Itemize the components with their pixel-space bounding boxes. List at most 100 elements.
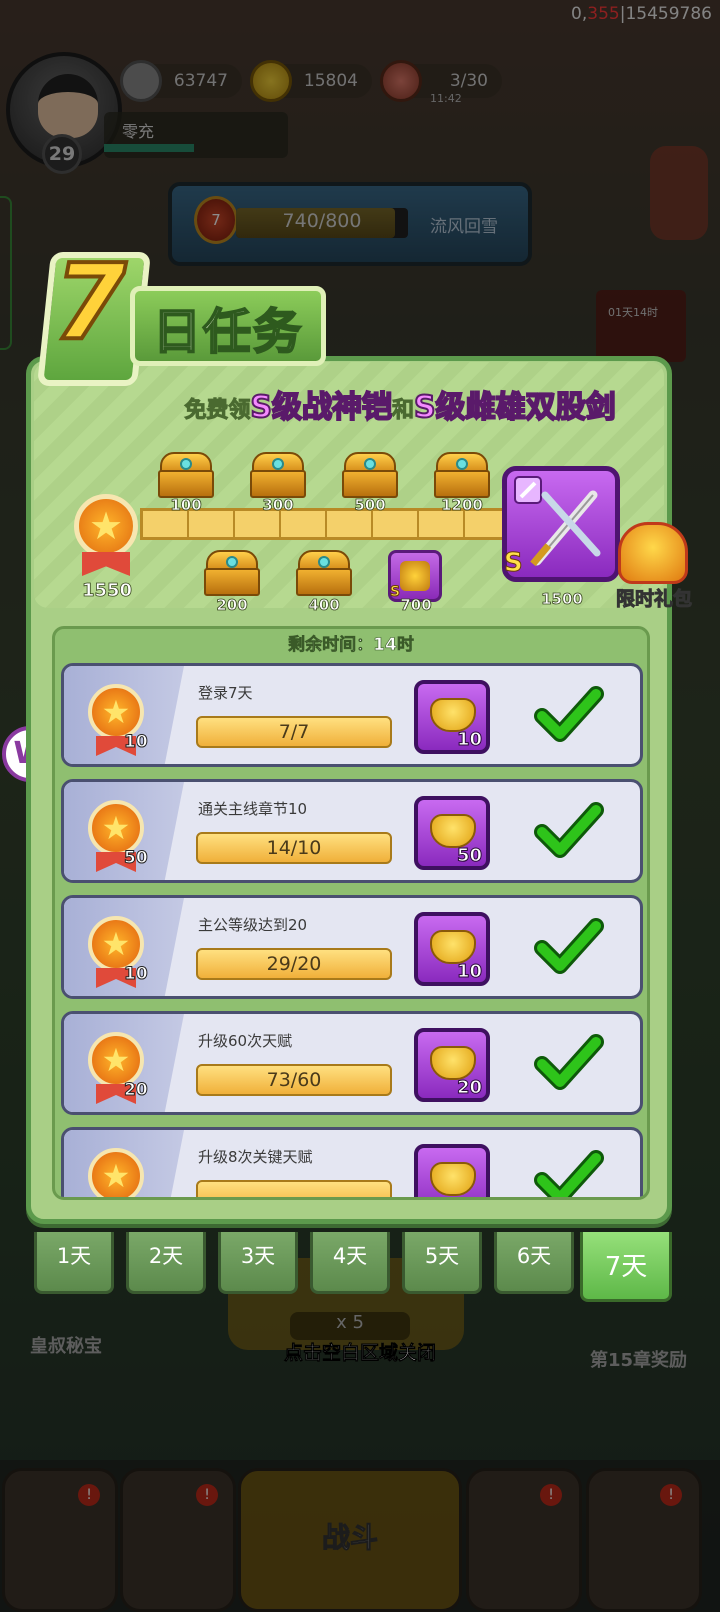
check-icon[interactable]: [534, 680, 604, 750]
tab-day-7[interactable]: 7天: [580, 1232, 672, 1302]
task-title: 登录7天: [198, 684, 253, 702]
gold-value: 15804: [303, 71, 358, 91]
limited-gift-label[interactable]: 限时礼包: [606, 584, 702, 611]
avatar-face: [38, 74, 98, 138]
stage-medal-icon: 7: [194, 196, 238, 244]
ingot-icon: [250, 60, 292, 102]
silver-value: 63747: [173, 71, 228, 91]
task-title: 通关主线章节10: [198, 800, 308, 818]
medal-icon: ★: [88, 1148, 144, 1197]
gift-icon[interactable]: [618, 522, 688, 584]
chest-icon[interactable]: [296, 550, 352, 596]
battle-cost: x 5: [290, 1312, 410, 1340]
nav-shop-button[interactable]: [2, 1468, 118, 1612]
task-reward[interactable]: 20: [414, 1028, 490, 1102]
chest-icon[interactable]: [158, 452, 214, 498]
tab-day-6[interactable]: 6天: [494, 1232, 574, 1294]
task-progress: [196, 1180, 392, 1197]
side-card-timer: 01天14时: [608, 306, 658, 319]
reward-count: 50: [456, 845, 482, 867]
task-reward[interactable]: 10: [414, 912, 490, 986]
task-row: ★ 10 主公等级达到20 29/20 10: [61, 895, 643, 999]
ingot-icon: [430, 1162, 476, 1196]
reward-count: 20: [456, 1077, 482, 1099]
ingot-icon: [430, 1046, 476, 1080]
ingot-icon: [430, 698, 476, 732]
ingot-icon: [430, 814, 476, 848]
task-points: 10: [124, 964, 149, 985]
chest-icon[interactable]: [250, 452, 306, 498]
task-reward[interactable]: 10: [414, 680, 490, 754]
milestone-label: 200: [216, 596, 248, 615]
task-progress: 7/7: [196, 716, 392, 748]
gold-resource[interactable]: 15804: [250, 60, 372, 102]
nav-pet-badge: !: [540, 1484, 562, 1506]
chest-icon[interactable]: [342, 452, 398, 498]
task-title: 升级8次关键天赋: [198, 1148, 313, 1166]
nav-upgrade-badge: !: [660, 1484, 682, 1506]
silver-resource[interactable]: 63747: [120, 60, 242, 102]
reward-count: 10: [456, 729, 482, 751]
remaining-time: 剩余时间：14时: [288, 635, 414, 656]
side-event-card[interactable]: [596, 290, 686, 362]
task-row: ★ 10 登录7天 7/7 10: [61, 663, 643, 767]
check-icon[interactable]: [534, 1144, 604, 1200]
panel-subtitle: 免费领S级战神铠和S级雌雄双股剑: [184, 389, 617, 426]
reward-count: 10: [456, 961, 482, 983]
tab-day-2[interactable]: 2天: [126, 1232, 206, 1294]
task-points: 50: [124, 848, 149, 869]
nav-pet-button[interactable]: [466, 1468, 582, 1612]
nav-battle-label: 战斗: [321, 1521, 378, 1555]
check-icon[interactable]: [534, 796, 604, 866]
tab-day-1[interactable]: 1天: [34, 1232, 114, 1294]
tab-day-5[interactable]: 5天: [402, 1232, 482, 1294]
sword-icon: [514, 476, 601, 567]
player-level-badge: 29: [42, 134, 82, 174]
chest-icon[interactable]: [204, 550, 260, 596]
task-row: ★ 20 升级60次天赋 73/60 20: [61, 1011, 643, 1115]
check-icon[interactable]: [534, 1028, 604, 1098]
task-progress: 73/60: [196, 1064, 392, 1096]
panel-title: 日任务: [152, 303, 303, 361]
nav-equip-badge: !: [196, 1484, 218, 1506]
task-points: 20: [124, 1080, 149, 1101]
task-reward[interactable]: [414, 1144, 490, 1197]
points-medal-icon: ★: [74, 494, 138, 558]
task-reward[interactable]: 50: [414, 796, 490, 870]
task-progress: 29/20: [196, 948, 392, 980]
stage-progress-value: 740/800: [282, 210, 362, 232]
tab-day-4[interactable]: 4天: [310, 1232, 390, 1294]
task-title: 升级60次天赋: [198, 1032, 293, 1050]
chest-icon[interactable]: [434, 452, 490, 498]
milestone-label: 500: [354, 496, 386, 515]
left-side-tab[interactable]: [0, 196, 12, 350]
milestone-label: 400: [308, 596, 340, 615]
task-list[interactable]: ★ 10 登录7天 7/7 10 ★ 50 通关主线章节10 14/10 50 …: [52, 626, 650, 1200]
total-points: 1550: [81, 580, 133, 602]
debug-counter: 0,355|15459786: [571, 4, 712, 24]
ingot-icon: [430, 930, 476, 964]
nav-upgrade-button[interactable]: [586, 1468, 702, 1612]
player-name: 零充: [122, 122, 155, 141]
milestone-label: 700: [400, 596, 432, 615]
milestone-label: 1200: [441, 496, 484, 515]
task-progress: 14/10: [196, 832, 392, 864]
close-hint[interactable]: 点击空白区域关闭: [0, 1338, 720, 1365]
task-row: ★ 升级8次关键天赋: [61, 1127, 643, 1200]
title-number: 7: [52, 241, 128, 363]
nav-shop-badge: !: [78, 1484, 100, 1506]
task-title: 主公等级达到20: [198, 916, 308, 934]
stamina-value: 3/30: [449, 71, 488, 91]
task-row: ★ 50 通关主线章节10 14/10 50: [61, 779, 643, 883]
side-character[interactable]: [650, 146, 708, 240]
check-icon[interactable]: [534, 912, 604, 982]
tab-day-3[interactable]: 3天: [218, 1232, 298, 1294]
coin-icon: [120, 60, 162, 102]
stamina-timer: 11:42: [430, 92, 462, 105]
meat-icon: [380, 60, 422, 102]
milestone-label: 300: [262, 496, 294, 515]
final-milestone-label: 1500: [541, 590, 584, 609]
nav-equip-button[interactable]: [120, 1468, 236, 1612]
player-xp-bar: [104, 144, 194, 152]
sword-grade: S: [504, 548, 524, 579]
